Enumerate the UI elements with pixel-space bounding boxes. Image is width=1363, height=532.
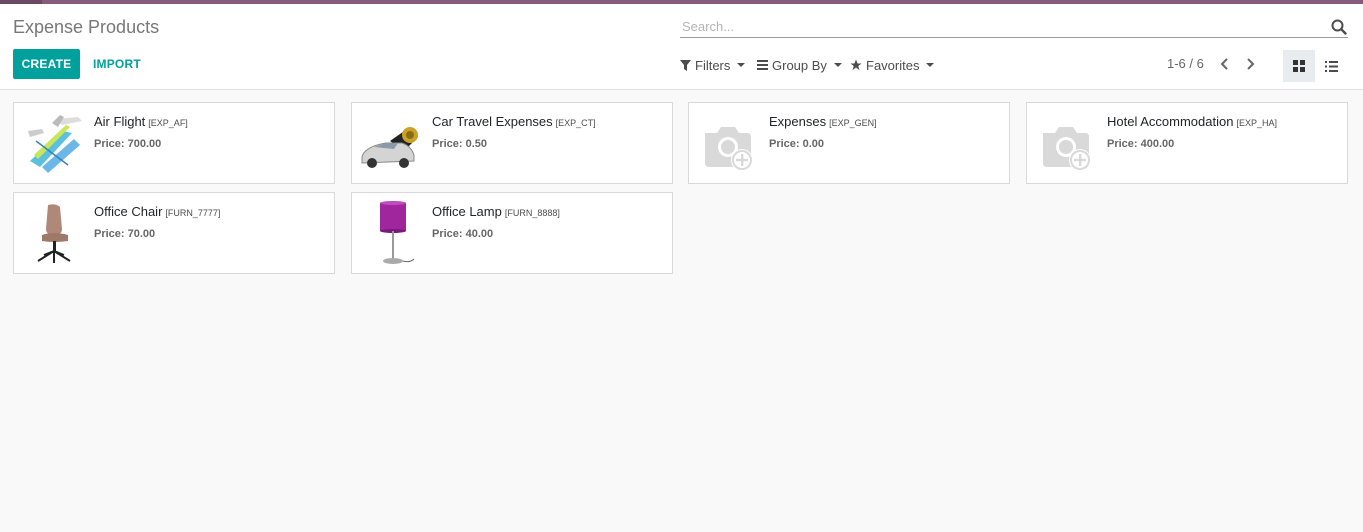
- car-image: [361, 127, 418, 168]
- kanban-card[interactable]: Office Lamp [FURN_8888] Price: 40.00: [351, 192, 673, 274]
- pager-previous-button[interactable]: [1215, 55, 1233, 73]
- product-name: Hotel Accommodation [EXP_HA]: [1107, 114, 1277, 129]
- camera-placeholder-icon: [705, 127, 753, 171]
- control-panel: Expense Products CREATE IMPORT Filters G…: [0, 4, 1363, 90]
- office-lamp-image: [380, 201, 415, 264]
- product-code: [FURN_8888]: [504, 208, 560, 218]
- product-code: [EXP_AF]: [148, 118, 188, 128]
- product-code: [FURN_7777]: [165, 208, 221, 218]
- office-chair-image: [37, 204, 71, 263]
- groupby-label: Group By: [772, 57, 827, 73]
- product-name: Office Chair [FURN_7777]: [94, 204, 221, 219]
- filters-dropdown[interactable]: Filters: [680, 56, 746, 74]
- kanban-card[interactable]: Car Travel Expenses [EXP_CT] Price: 0.50: [351, 102, 673, 184]
- page-title: Expense Products: [13, 17, 160, 37]
- chevron-right-icon: [1247, 58, 1255, 70]
- kanban-view-button[interactable]: [1283, 50, 1315, 82]
- create-button[interactable]: CREATE: [13, 49, 80, 79]
- camera-placeholder-icon: [1043, 127, 1091, 171]
- th-large-icon: [1293, 60, 1305, 72]
- product-price: Price: 0.00: [769, 138, 825, 150]
- chevron-left-icon: [1220, 58, 1228, 70]
- caret-down-icon: [926, 63, 935, 67]
- product-price: Price: 70.00: [94, 228, 156, 240]
- search-bar: [680, 16, 1348, 38]
- product-code: [EXP_CT]: [555, 118, 596, 128]
- favorites-dropdown[interactable]: Favorites: [850, 56, 935, 74]
- pager-next-button[interactable]: [1242, 55, 1260, 73]
- product-name: Office Lamp [FURN_8888]: [432, 204, 560, 219]
- air-flight-image: [28, 115, 82, 173]
- star-icon: [850, 59, 862, 70]
- product-price: Price: 700.00: [94, 138, 162, 150]
- import-button[interactable]: IMPORT: [93, 49, 141, 79]
- product-name: Car Travel Expenses [EXP_CT]: [432, 114, 596, 129]
- caret-down-icon: [833, 63, 842, 67]
- product-name: Air Flight [EXP_AF]: [94, 114, 188, 129]
- kanban-card[interactable]: Air Flight [EXP_AF] Price: 700.00: [13, 102, 335, 184]
- favorites-label: Favorites: [866, 57, 920, 73]
- kanban-card[interactable]: Office Chair [FURN_7777] Price: 70.00: [13, 192, 335, 274]
- product-name: Expenses [EXP_GEN]: [769, 114, 877, 129]
- product-code: [EXP_HA]: [1236, 118, 1277, 128]
- filter-icon: [680, 59, 691, 71]
- product-code: [EXP_GEN]: [829, 118, 877, 128]
- list-view-button[interactable]: [1315, 50, 1347, 82]
- bars-icon: [757, 60, 768, 70]
- search-input[interactable]: [680, 16, 1320, 36]
- filters-label: Filters: [695, 57, 731, 73]
- list-icon: [1324, 60, 1338, 72]
- pager-value[interactable]: 1-6 / 6: [1167, 56, 1204, 71]
- kanban-card[interactable]: Expenses [EXP_GEN] Price: 0.00: [688, 102, 1010, 184]
- product-price: Price: 400.00: [1107, 138, 1175, 150]
- search-icon[interactable]: [1331, 19, 1347, 35]
- product-price: Price: 0.50: [432, 138, 488, 150]
- kanban-card[interactable]: Hotel Accommodation [EXP_HA] Price: 400.0…: [1026, 102, 1348, 184]
- product-price: Price: 40.00: [432, 228, 494, 240]
- caret-down-icon: [737, 63, 746, 67]
- groupby-dropdown[interactable]: Group By: [757, 56, 842, 74]
